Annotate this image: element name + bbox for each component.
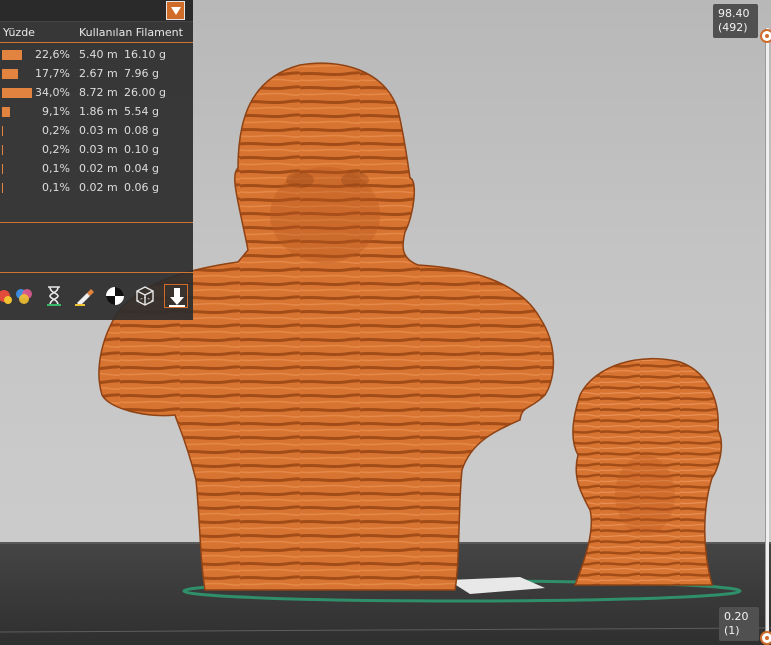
layer-slider-track[interactable] [765, 28, 769, 640]
wireframe-cube-icon[interactable] [133, 284, 157, 308]
filament-weight: 16.10 g [124, 48, 166, 61]
filament-percent: 34,0% [35, 86, 70, 99]
center-of-mass-icon[interactable] [103, 284, 127, 308]
filament-row: 17,7% 2.67 m 7.96 g [0, 65, 193, 84]
hourglass-icon[interactable] [42, 284, 66, 308]
section-divider [0, 272, 193, 273]
usage-bar [2, 107, 10, 117]
filament-weight: 0.10 g [124, 143, 159, 156]
top-layer-height: 98.40 [718, 7, 750, 20]
top-layer-number: (492) [718, 21, 748, 34]
bottom-layer-height: 0.20 [724, 610, 749, 623]
section-divider [0, 222, 193, 223]
header-divider [0, 42, 193, 43]
column-header-percent: Yüzde [3, 26, 35, 39]
filament-weight: 0.04 g [124, 162, 159, 175]
usage-bar [2, 164, 3, 174]
filament-length: 1.86 m [79, 105, 118, 118]
filament-weight: 7.96 g [124, 67, 159, 80]
filament-length: 0.02 m [79, 181, 118, 194]
filament-length: 8.72 m [79, 86, 118, 99]
layer-slider-bottom-label: 0.20 (1) [719, 607, 759, 641]
bottom-layer-number: (1) [724, 624, 740, 637]
filament-percent: 22,6% [35, 48, 70, 61]
usage-bar [2, 183, 3, 193]
filament-weight: 0.06 g [124, 181, 159, 194]
chevron-down-icon [171, 7, 181, 15]
layer-slider-bottom-handle[interactable] [760, 631, 771, 645]
filament-length: 2.67 m [79, 67, 118, 80]
filament-percent: 9,1% [42, 105, 70, 118]
filament-percent: 0,2% [42, 124, 70, 137]
filament-row: 22,6% 5.40 m 16.10 g [0, 46, 193, 65]
filament-weight: 5.54 g [124, 105, 159, 118]
usage-bar [2, 50, 22, 60]
layer-slider-top-handle[interactable] [760, 29, 771, 43]
filament-weight: 0.08 g [124, 124, 159, 137]
filament-percent: 0,2% [42, 143, 70, 156]
usage-bar [2, 69, 18, 79]
export-icon[interactable] [164, 284, 188, 308]
filament-row: 0,2% 0.03 m 0.10 g [0, 141, 193, 160]
filament-length: 0.03 m [79, 124, 118, 137]
handle-dot-icon [765, 636, 769, 640]
filament-row: 0,2% 0.03 m 0.08 g [0, 122, 193, 141]
column-header-used-filament: Kullanılan Filament [79, 26, 183, 39]
layer-slider-top-label: 98.40 (492) [713, 4, 758, 38]
filament-row: 0,1% 0.02 m 0.04 g [0, 160, 193, 179]
filament-length: 0.03 m [79, 143, 118, 156]
paint-brush-icon[interactable] [72, 284, 96, 308]
filament-legend-panel: Yüzde Kullanılan Filament 22,6% 5.40 m 1… [0, 0, 193, 320]
legend-header-bar [0, 0, 193, 22]
usage-bar [2, 126, 3, 136]
filament-row: 9,1% 1.86 m 5.54 g [0, 103, 193, 122]
legend-dropdown-button[interactable] [166, 1, 185, 20]
filament-length: 0.02 m [79, 162, 118, 175]
filament-percent: 17,7% [35, 67, 70, 80]
filament-weight: 26.00 g [124, 86, 166, 99]
head-model-small[interactable] [572, 357, 723, 586]
filament-percent: 0,1% [42, 181, 70, 194]
filament-row: 0,1% 0.02 m 0.06 g [0, 179, 193, 198]
handle-dot-icon [765, 34, 769, 38]
filament-percent: 0,1% [42, 162, 70, 175]
color-print-icon-2[interactable] [12, 284, 36, 308]
usage-bar [2, 145, 3, 155]
filament-row: 34,0% 8.72 m 26.00 g [0, 84, 193, 103]
filament-length: 5.40 m [79, 48, 118, 61]
